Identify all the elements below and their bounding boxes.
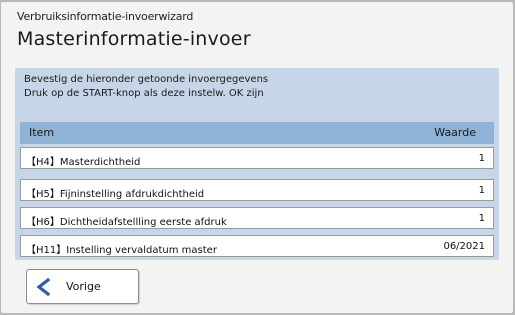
column-header-value: Waarde bbox=[434, 126, 476, 139]
back-button[interactable]: Vorige bbox=[26, 269, 139, 304]
row-label: Fijninstelling afdrukdichtheid bbox=[59, 189, 205, 200]
row-label: Dichtheidafstellling eerste afdruk bbox=[59, 217, 227, 228]
wizard-name: Verbruiksinformatie-invoerwizard bbox=[17, 10, 194, 23]
table-row-h4: 【H4】Masterdichtheid 1 bbox=[20, 147, 494, 169]
row-label: Masterdichtheid bbox=[59, 157, 141, 168]
column-header-item: Item bbox=[29, 126, 55, 139]
instruction-line-1: Bevestig de hieronder getoonde invoergeg… bbox=[24, 74, 269, 85]
row-code-cell: 【H5】Fijninstelling afdrukdichtheid bbox=[26, 185, 204, 200]
table-header: Item Waarde bbox=[20, 122, 494, 144]
row-code-cell: 【H11】Instelling vervaldatum master bbox=[26, 241, 217, 256]
instruction-line-2: Druk op de START-knop als deze instelw. … bbox=[24, 88, 264, 99]
chevron-left-icon bbox=[36, 278, 51, 296]
table-row-h6: 【H6】Dichtheidafstellling eerste afdruk 1 bbox=[20, 207, 494, 229]
confirmation-panel: Bevestig de hieronder getoonde invoergeg… bbox=[15, 68, 499, 260]
row-value: 1 bbox=[478, 185, 485, 196]
table-row-h5: 【H5】Fijninstelling afdrukdichtheid 1 bbox=[20, 179, 494, 201]
row-label: Instelling vervaldatum master bbox=[66, 245, 217, 256]
back-button-label: Vorige bbox=[66, 280, 101, 293]
row-value: 06/2021 bbox=[443, 241, 485, 252]
table-row-h11: 【H11】Instelling vervaldatum master 06/20… bbox=[20, 235, 494, 257]
row-code: 【H5】 bbox=[26, 189, 60, 200]
row-code-cell: 【H4】Masterdichtheid bbox=[26, 153, 140, 168]
row-value: 1 bbox=[478, 153, 485, 164]
row-code: 【H11】 bbox=[26, 245, 67, 256]
row-code: 【H6】 bbox=[26, 217, 60, 228]
row-value: 1 bbox=[478, 213, 485, 224]
instructions: Bevestig de hieronder getoonde invoergeg… bbox=[24, 73, 268, 101]
page-title: Masterinformatie-invoer bbox=[17, 28, 251, 50]
row-code-cell: 【H6】Dichtheidafstellling eerste afdruk bbox=[26, 213, 227, 228]
screen: Verbruiksinformatie-invoerwizard Masteri… bbox=[1, 2, 513, 313]
row-code: 【H4】 bbox=[26, 157, 60, 168]
